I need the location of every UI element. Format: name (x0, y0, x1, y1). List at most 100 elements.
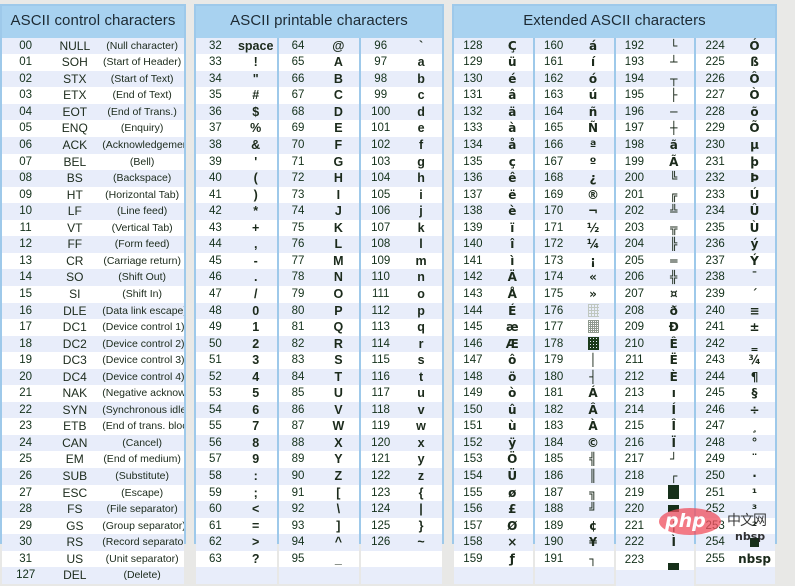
char-code: 71 (291, 155, 305, 168)
char-code: 242 (705, 337, 725, 350)
table-row: 04 EOT (End of Trans.) (2, 103, 184, 121)
char-glyph: ¸ (751, 419, 758, 434)
control-description: (Synchronous idle) (102, 403, 184, 416)
table-row: 230 µ (696, 137, 775, 154)
char-glyph: ¡ (590, 253, 596, 268)
char-code: 220 (624, 503, 644, 516)
char-glyph: └ (670, 38, 678, 53)
control-code: 00 (19, 39, 33, 52)
char-glyph: 4 (252, 369, 260, 384)
char-glyph: O (333, 286, 344, 301)
panel-gap-2 (444, 0, 452, 550)
glyph-dark-shade (587, 336, 599, 350)
table-row: 152 ÿ (454, 434, 533, 452)
char-code: 253 (705, 519, 725, 532)
table-row: 124 | (361, 501, 443, 518)
table-row: 193 ┴ (615, 54, 695, 71)
char-glyph: u (417, 386, 425, 401)
glyph-lower-half-block (668, 505, 680, 513)
table-row: 45 - (196, 252, 277, 270)
table-row: 51 3 (196, 352, 277, 369)
char-glyph: W (332, 419, 345, 434)
table-row: 210 Ê (615, 335, 695, 353)
char-code: 226 (705, 72, 725, 85)
char-glyph: Y (334, 452, 343, 467)
control-abbr: SI (69, 286, 81, 301)
table-row: 229 Õ (696, 120, 775, 138)
table-row: 140 î (454, 236, 533, 253)
char-code: 116 (371, 370, 390, 383)
char-glyph (653, 501, 694, 518)
char-code: 205 (624, 254, 644, 267)
char-glyph: ´ (751, 286, 758, 301)
table-row: 154 Ü (454, 467, 533, 485)
char-glyph: J (334, 204, 342, 219)
char-glyph: ¾ (748, 353, 761, 368)
table-row: 50 2 (196, 335, 277, 353)
char-glyph: Ã (669, 154, 679, 169)
glyph-medium-shade (587, 320, 599, 334)
table-row: 236 ý (696, 236, 775, 253)
char-glyph: C (333, 88, 343, 103)
char-code: 237 (705, 254, 725, 267)
char-code: 76 (291, 238, 305, 251)
char-code: 175 (544, 287, 564, 300)
char-glyph: ² (751, 518, 758, 533)
char-glyph: R (333, 336, 343, 351)
table-row: 49 1 (196, 319, 277, 336)
char-code: 199 (624, 155, 644, 168)
char-glyph: ª (589, 138, 597, 153)
table-row: 240 ≡ (696, 302, 775, 320)
char-glyph: % (250, 121, 262, 136)
char-glyph: } (418, 518, 424, 533)
table-row: 07 BEL (Bell) (2, 153, 184, 171)
char-code: 106 (371, 205, 391, 218)
control-code: 25 (19, 453, 33, 466)
control-code: 20 (19, 370, 33, 383)
char-glyph: ╔ (670, 187, 678, 202)
control-abbr: RS (66, 535, 84, 550)
table-row: 177 (534, 319, 614, 336)
table-row: 144 É (454, 302, 533, 320)
control-abbr: BEL (63, 154, 87, 169)
table-row: 63? (196, 550, 277, 568)
char-glyph: ├ (670, 88, 678, 103)
table-row: 192 └ (615, 37, 695, 55)
table-row: 03 ETX (End of Text) (2, 87, 184, 104)
empty-cell (653, 570, 694, 586)
control-abbr: NAK (62, 386, 88, 401)
char-column: 224 Ó 225 ß 226 Ô 227 Ò 228 õ 229 Õ 230 µ 231 þ 232 Þ 233 Ú… (696, 37, 775, 584)
table-row: 200 ╚ (615, 170, 695, 187)
table-row: 235 Ù (696, 219, 775, 237)
char-glyph: h (417, 171, 425, 186)
char-glyph: ö (508, 369, 517, 384)
char-glyph: ~ (417, 535, 425, 550)
control-abbr: DC1 (62, 320, 87, 335)
control-columns: 00 NULL (Null character) 01 SOH (Start of Hea… (2, 37, 184, 584)
char-code: 178 (544, 337, 564, 350)
table-row: 01 SOH (Start of Header) (2, 54, 184, 71)
char-glyph: . (253, 270, 258, 285)
char-glyph: 6 (252, 402, 260, 417)
control-abbr: BS (66, 171, 83, 186)
char-code: 97 (374, 56, 388, 69)
table-row: 176 (534, 302, 614, 320)
control-abbr: SOH (61, 55, 88, 70)
char-glyph: │ (589, 353, 597, 368)
char-glyph: Q (333, 320, 344, 335)
char-glyph: ¯ (751, 270, 758, 285)
char-glyph: ‗ (751, 336, 758, 351)
table-row: 161 í (534, 54, 614, 71)
control-abbr: ACK (62, 138, 88, 153)
char-code: 93 (291, 519, 305, 532)
char-glyph: ] (336, 518, 341, 533)
table-row: 249 ¨ (696, 451, 775, 468)
control-code: 03 (19, 89, 33, 102)
char-column: 128 Ç 129 ü 130 é 131 â 132 ä 133 à 134 å 135 ç 136 ê 137 ë… (454, 37, 533, 584)
control-abbr: ETX (63, 88, 87, 103)
table-row: 76 L (278, 236, 360, 253)
table-row: 151 ù (454, 418, 533, 435)
table-row: 42 * (196, 203, 277, 220)
table-row: 14 SO (Shift Out) (2, 269, 184, 286)
control-abbr: ESC (62, 485, 88, 500)
